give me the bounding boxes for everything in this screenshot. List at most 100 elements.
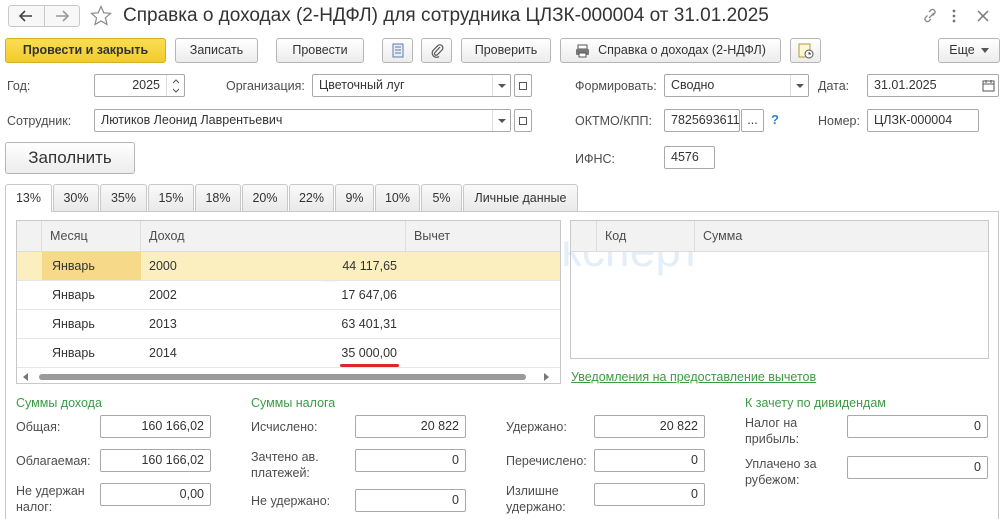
link-icon[interactable] [922,8,940,24]
document-list-button[interactable] [382,38,413,63]
number-input[interactable]: ЦЛЗК-000004 [867,109,979,132]
help-icon[interactable]: ? [771,112,779,127]
spin-up-icon [172,79,180,84]
column-header-sum[interactable]: Сумма [695,221,988,252]
year-spinner[interactable] [166,75,184,96]
column-header-code[interactable]: Код [597,221,695,252]
form-mode-select[interactable]: Сводно [664,74,809,97]
withheld-field[interactable]: 20 822 [594,415,705,438]
profit-tax-label-line1: Налог на [745,416,798,430]
post-and-close-button[interactable]: Провести и закрыть [5,38,166,63]
scroll-left-icon[interactable] [23,373,29,381]
open-form-icon [519,81,527,90]
oktmo-input[interactable]: 78256936117 [664,109,740,132]
horizontal-scrollbar[interactable] [17,370,560,383]
profit-tax-field[interactable]: 0 [847,415,988,438]
income-table: Месяц Доход Вычет Январь 2000 44 117,65 … [16,220,561,384]
tab-15[interactable]: 15% [148,184,194,211]
date-value: 31.01.2025 [874,78,937,92]
tab-18[interactable]: 18% [195,184,241,211]
table-row[interactable]: Январь 2000 44 117,65 [17,252,560,281]
employee-open-button[interactable] [514,109,532,132]
income-code-cell: 2000 [149,259,177,273]
deduction-table: Код Сумма [570,220,989,359]
print-certificate-button[interactable]: Справка о доходах (2-НДФЛ) [560,38,781,63]
organization-select[interactable]: Цветочный луг [312,74,511,97]
not-withheld-tax-field[interactable]: 0,00 [100,483,211,506]
fill-button[interactable]: Заполнить [5,142,135,174]
back-button[interactable] [9,6,45,26]
excess-withheld-field[interactable]: 0 [594,483,705,506]
column-header-income[interactable]: Доход [141,221,406,252]
calendar-icon[interactable] [982,79,995,92]
tax-totals-title: Суммы налога [251,396,336,410]
year-value: 2025 [132,78,160,92]
tab-35[interactable]: 35% [100,184,147,211]
tab-30[interactable]: 30% [53,184,99,211]
open-form-icon [519,116,527,125]
calculated-field[interactable]: 20 822 [355,415,466,438]
oktmo-select-button[interactable]: ... [741,109,764,132]
star-icon[interactable] [90,5,112,27]
organization-label: Организация: [226,79,305,93]
income-amount-cell: 44 117,65 [342,259,397,273]
notifications-link[interactable]: Уведомления на предоставление вычетов [571,370,816,384]
forward-button[interactable] [45,6,80,26]
tax-not-withheld-field[interactable]: 0 [355,489,466,512]
total-income-field[interactable]: 160 166,02 [100,415,211,438]
column-header-deduction[interactable]: Вычет [406,221,560,252]
post-button[interactable]: Провести [276,38,364,63]
advance-payments-label-line2: платежей: [251,466,310,480]
employee-label: Сотрудник: [7,114,72,128]
printer-icon [576,44,590,57]
chevron-down-icon[interactable] [492,75,510,96]
check-button[interactable]: Проверить [461,38,551,63]
income-amount-cell: 17 647,06 [341,288,397,302]
advance-payments-label: Зачтено ав. платежей: [251,449,319,481]
taxable-income-field[interactable]: 160 166,02 [100,449,211,472]
close-icon[interactable] [976,9,990,23]
profit-tax-label: Налог на прибыль: [745,415,799,447]
advance-payments-field[interactable]: 0 [355,449,466,472]
table-row[interactable]: Январь 2013 63 401,31 [17,310,560,339]
more-vertical-icon[interactable] [950,8,958,24]
ifns-input[interactable]: 4576 [664,146,715,169]
employee-select[interactable]: Лютиков Леонид Лаврентьевич [94,109,511,132]
spin-down-icon [172,88,180,93]
scroll-right-icon[interactable] [544,373,550,381]
calculated-label: Исчислено: [251,420,318,434]
list-document-icon [392,43,403,58]
month-cell: Январь [42,252,141,280]
table-row[interactable]: Январь 2014 35 000,00 [17,339,560,368]
income-code-cell: 2014 [149,346,177,360]
tab-13[interactable]: 13% [5,184,52,212]
more-button[interactable]: Еще [938,38,1000,63]
year-label: Год: [7,79,31,93]
paid-abroad-field[interactable]: 0 [847,456,988,479]
total-income-label: Общая: [16,420,61,434]
column-header-month[interactable]: Месяц [42,221,141,252]
report-clock-icon [798,43,813,59]
ifns-label: ИФНС: [575,152,616,166]
year-input[interactable]: 2025 [94,74,185,97]
not-withheld-tax-label-line1: Не удержан [16,484,85,498]
save-button[interactable]: Записать [175,38,258,63]
scrollbar-thumb[interactable] [39,374,526,380]
month-cell: Январь [52,317,95,331]
chevron-down-icon [980,48,989,53]
income-totals-title: Суммы дохода [16,396,102,410]
chevron-down-icon[interactable] [492,110,510,131]
arrow-left-icon [19,10,33,22]
print-certificate-label: Справка о доходах (2-НДФЛ) [598,43,766,57]
attach-button[interactable] [421,38,452,63]
transferred-field[interactable]: 0 [594,449,705,472]
chevron-down-icon[interactable] [790,75,808,96]
date-input[interactable]: 31.01.2025 [867,74,999,97]
month-cell: Январь [52,346,95,360]
organization-open-button[interactable] [514,74,532,97]
paid-abroad-label-line2: рубежом: [745,473,800,487]
table-row[interactable]: Январь 2002 17 647,06 [17,281,560,310]
paid-abroad-label: Уплачено за рубежом: [745,456,817,488]
report-settings-button[interactable] [790,38,821,63]
month-cell: Январь [52,288,95,302]
